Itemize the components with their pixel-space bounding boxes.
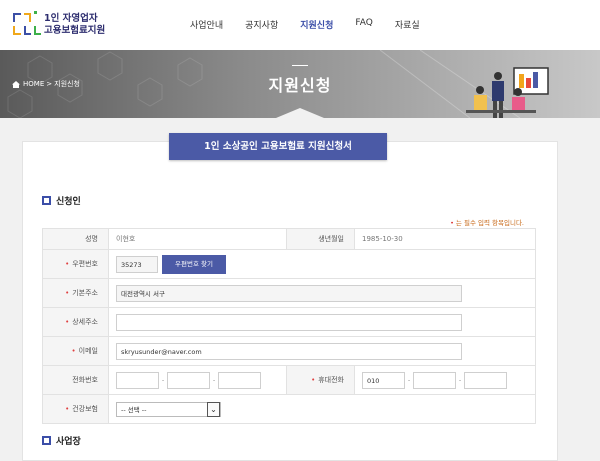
logo-text: 1인 자영업자 고용보험료지원 xyxy=(44,13,105,37)
mobile-dash-1: - xyxy=(407,376,411,384)
required-star-icon: • xyxy=(65,260,70,268)
site-logo[interactable]: 1인 자영업자 고용보험료지원 xyxy=(12,11,112,39)
zip-cell: 35273 우편번호 찾기 xyxy=(108,249,536,279)
required-note: • 는 필수 입력 항목입니다. xyxy=(450,217,524,227)
form-row-address-detail: • 상세주소 xyxy=(42,307,536,337)
address-cell: 대전광역시 서구 xyxy=(108,278,536,308)
label-email-cell: • 이메일 xyxy=(42,336,109,366)
mobile-input-3[interactable] xyxy=(464,371,507,389)
label-birth: 생년월일 xyxy=(286,228,355,250)
label-address: 기본주소 xyxy=(72,289,98,297)
email-cell: skryusunder@naver.com xyxy=(108,336,536,366)
label-insurance: 건강보험 xyxy=(72,405,98,413)
required-note-text: 는 필수 입력 항목입니다. xyxy=(455,219,524,227)
required-mark-icon: • xyxy=(450,219,454,227)
nav-notices[interactable]: 공지사항 xyxy=(245,18,278,31)
label-zip-cell: • 우편번호 xyxy=(42,249,109,279)
nav-faq[interactable]: FAQ xyxy=(355,18,372,31)
email-input[interactable]: skryusunder@naver.com xyxy=(116,342,462,360)
label-address-detail-cell: • 상세주소 xyxy=(42,307,109,337)
zip-search-button[interactable]: 우편번호 찾기 xyxy=(162,254,226,274)
phone-input-2[interactable] xyxy=(167,371,210,389)
consultation-illustration-icon xyxy=(466,67,549,118)
insurance-selected-value: -- 선택 -- xyxy=(121,405,147,414)
form-row-insurance: • 건강보험 -- 선택 -- ⌄ xyxy=(42,394,536,424)
required-star-icon: • xyxy=(71,347,76,355)
form-row-zip: • 우편번호 35273 우편번호 찾기 xyxy=(42,249,536,279)
label-insurance-cell: • 건강보험 xyxy=(42,394,109,424)
form-row-address: • 기본주소 대전광역시 서구 xyxy=(42,278,536,308)
label-address-detail: 상세주소 xyxy=(72,318,98,326)
address-detail-cell xyxy=(108,307,536,337)
section-square-icon xyxy=(42,436,51,445)
mobile-input-1[interactable]: 010 xyxy=(362,371,405,389)
site-header: 1인 자영업자 고용보험료지원 사업안내 공지사항 지원신청 FAQ 자료실 xyxy=(0,0,600,50)
label-address-cell: • 기본주소 xyxy=(42,278,109,308)
section-applicant-label: 신청인 xyxy=(56,197,81,207)
section-square-icon xyxy=(42,196,51,205)
mobile-cell: 010- - xyxy=(354,365,536,395)
form-title-banner: 1인 소상공인 고용보험료 지원신청서 xyxy=(169,133,387,160)
form-row-email: • 이메일 skryusunder@naver.com xyxy=(42,336,536,366)
label-email: 이메일 xyxy=(78,347,98,355)
logo-line-2: 고용보험료지원 xyxy=(44,25,106,36)
label-mobile: 휴대전화 xyxy=(318,376,344,384)
mobile-dash-2: - xyxy=(458,376,462,384)
required-star-icon: • xyxy=(65,405,70,413)
value-name: 이현호 xyxy=(108,228,287,250)
applicant-form-table: 성명 이현호 생년월일 1985-10-30 • 우편번호 35273 우편번호 찾… xyxy=(42,228,536,424)
mobile-input-2[interactable] xyxy=(413,371,456,389)
required-star-icon: • xyxy=(65,289,70,297)
required-star-icon: • xyxy=(311,376,316,384)
section-business-label: 사업장 xyxy=(56,437,81,447)
phone-cell: -- xyxy=(108,365,287,395)
insurance-select[interactable]: -- 선택 -- ⌄ xyxy=(116,401,221,417)
phone-input-1[interactable] xyxy=(116,371,159,389)
label-phone: 전화번호 xyxy=(42,365,109,395)
label-zip: 우편번호 xyxy=(72,260,98,268)
logo-mark-icon xyxy=(13,11,41,35)
main-nav: 사업안내 공지사항 지원신청 FAQ 자료실 xyxy=(190,18,442,31)
value-birth: 1985-10-30 xyxy=(354,228,536,250)
required-star-icon: • xyxy=(65,318,70,326)
hero-banner: HOME > 지원신청 지원신청 xyxy=(0,50,600,118)
hero-notch xyxy=(276,108,324,118)
address-detail-input[interactable] xyxy=(116,313,462,331)
label-mobile-cell: • 휴대전화 xyxy=(286,365,355,395)
insurance-cell: -- 선택 -- ⌄ xyxy=(108,394,536,424)
phone-dash-1: - xyxy=(161,376,165,384)
phone-dash-2: - xyxy=(212,376,216,384)
chevron-down-icon[interactable]: ⌄ xyxy=(207,401,220,417)
address-input[interactable]: 대전광역시 서구 xyxy=(116,284,462,302)
hero-title-accent-line xyxy=(292,65,308,66)
section-applicant-title: 신청인 xyxy=(42,194,81,207)
nav-resources[interactable]: 자료실 xyxy=(395,18,420,31)
logo-line-1: 1인 자영업자 xyxy=(44,13,98,24)
phone-input-3[interactable] xyxy=(218,371,261,389)
nav-business-info[interactable]: 사업안내 xyxy=(190,18,223,31)
zip-input[interactable]: 35273 xyxy=(116,255,158,273)
form-row-name: 성명 이현호 생년월일 1985-10-30 xyxy=(42,228,536,250)
form-row-phone: 전화번호 -- • 휴대전화 010- - xyxy=(42,365,536,395)
section-business-title: 사업장 xyxy=(42,434,81,447)
nav-apply[interactable]: 지원신청 xyxy=(300,18,333,31)
label-name: 성명 xyxy=(42,228,109,250)
